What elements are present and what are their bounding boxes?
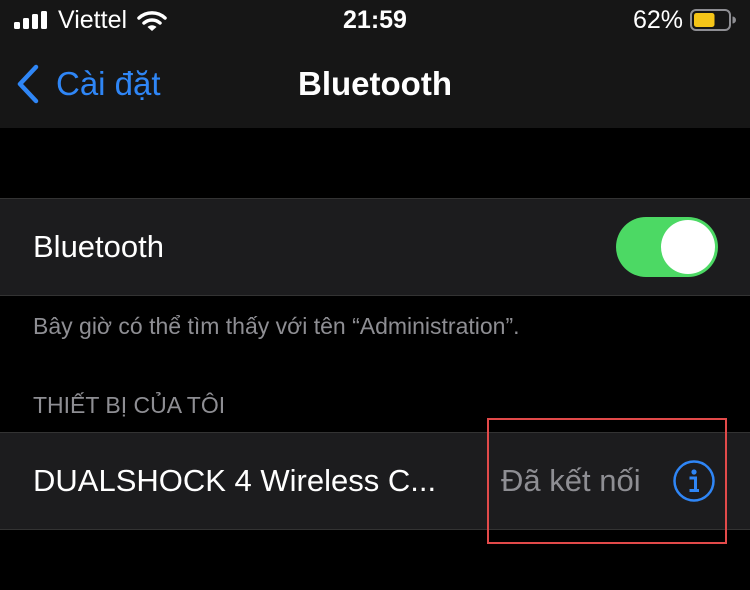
page-title: Bluetooth [298,65,452,102]
discoverable-footnote: Bây giờ có thể tìm thấy với tên “Adminis… [33,313,520,339]
highlight-box [487,418,727,544]
device-name: DUALSHOCK 4 Wireless C... [33,463,437,498]
battery-percentage: 62% [633,6,684,34]
navigation-bar: Cài đặt Bluetooth [0,40,750,128]
bluetooth-toggle[interactable] [616,217,718,277]
bluetooth-toggle-row: Bluetooth [0,198,750,296]
status-bar: Viettel 21:59 62% [0,0,750,40]
battery-icon [690,9,736,31]
my-devices-header: THIẾT BỊ CỦA TÔI [33,392,226,418]
toggle-knob [661,220,715,274]
bluetooth-label: Bluetooth [33,229,164,264]
